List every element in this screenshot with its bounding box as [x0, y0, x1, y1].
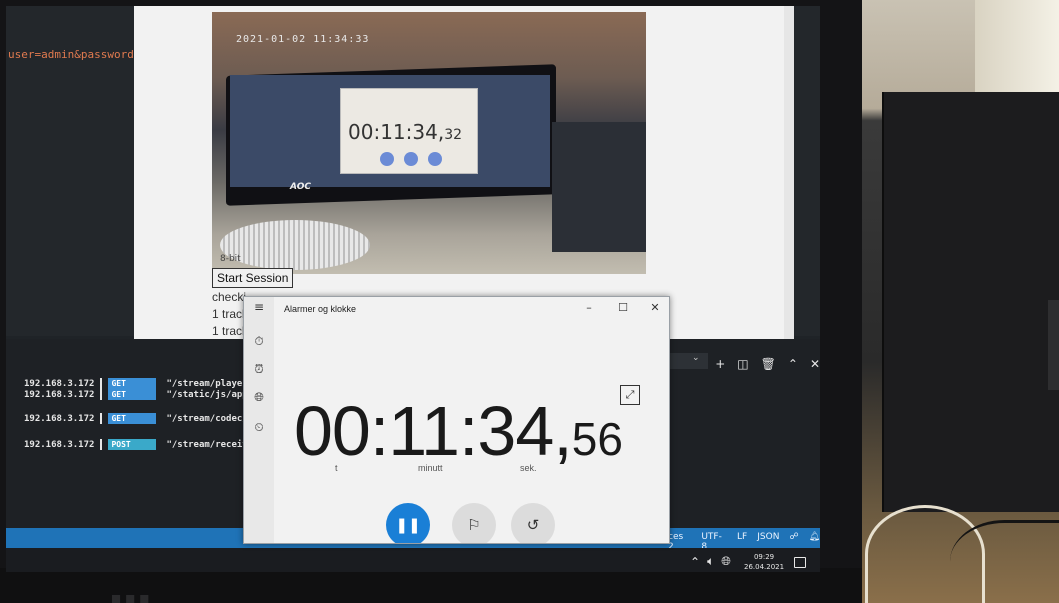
taskbar-time: 09:29	[753, 553, 775, 561]
tray-chevron-icon[interactable]: ⌃	[690, 555, 700, 569]
camera-clock-frac: 32	[444, 127, 463, 143]
split-icon[interactable]: ◫	[737, 357, 748, 371]
camera-label: 8-bit	[220, 254, 241, 264]
terminal-toolbar: + ◫ 🗑 ⌃ ✕	[656, 354, 820, 374]
log-separator	[100, 439, 103, 450]
camera-clock-button	[380, 152, 394, 166]
maximize-button[interactable]: ☐	[612, 300, 634, 316]
alarm-icon[interactable]: ⏰︎	[251, 361, 267, 377]
monitor-brand: ▮▮▮	[110, 590, 153, 603]
timer-icon[interactable]: ⏱	[251, 333, 267, 349]
log-row: 192.168.3.172 GET "/stream/codec/Ho	[24, 413, 259, 424]
stopwatch-time-frac: 56	[571, 413, 623, 465]
minimize-button[interactable]: –	[578, 300, 600, 316]
log-ip: 192.168.3.172	[24, 439, 95, 450]
plus-icon[interactable]: +	[715, 357, 725, 371]
close-button[interactable]: ✕	[644, 300, 666, 316]
camera-clock: 00:11:34,32	[348, 120, 462, 144]
camera-monitor-brand: AOC	[290, 182, 311, 192]
code-line: user=admin&password=&	[8, 48, 148, 61]
log-row: 192.168.3.172 GET "/static/js/app.j	[24, 389, 259, 400]
expand-icon[interactable]: ⤢	[620, 385, 640, 405]
log-row: 192.168.3.172 POST "/stream/receiver/	[24, 439, 264, 450]
close-icon[interactable]: ✕	[810, 357, 820, 371]
second-monitor	[882, 92, 1059, 512]
reset-button[interactable]: ↺	[511, 503, 555, 543]
log-separator	[100, 389, 103, 400]
camera-feed: 00:11:34,32 AOC 2021-01-02 11:34:33 8-bi…	[212, 12, 646, 274]
log-separator	[100, 378, 103, 389]
log-ip: 192.168.3.172	[24, 389, 95, 400]
log-method: GET	[108, 413, 157, 424]
unit-hours: t	[335, 463, 338, 473]
camera-clock-button	[428, 152, 442, 166]
lap-button[interactable]: ⚐	[452, 503, 496, 543]
camera-clock-main: 00:11:34,	[348, 120, 445, 144]
window-title: Alarmer og klokke	[284, 304, 357, 314]
log-separator	[100, 413, 103, 424]
chevron-up-icon[interactable]: ⌃	[788, 357, 798, 371]
log-method: GET	[108, 378, 157, 389]
camera-pc-tower	[552, 122, 646, 252]
log-ip: 192.168.3.172	[24, 413, 95, 424]
reset-icon: ↺	[526, 516, 540, 534]
unit-minutes: minutt	[418, 463, 443, 473]
log-text: checki	[212, 290, 247, 304]
camera-spool	[220, 220, 370, 270]
nav-rail: ≡ ⏱ ⏰︎ 🌐︎ ⏲	[244, 297, 274, 543]
unit-seconds: sek.	[520, 463, 537, 473]
volume-icon[interactable]: 🔈︎	[707, 554, 714, 569]
stopwatch-icon[interactable]: ⏲	[251, 419, 267, 435]
pause-button[interactable]: ❚❚	[386, 503, 430, 543]
flag-icon: ⚐	[467, 516, 481, 534]
log-method: POST	[108, 439, 157, 450]
camera-timestamp: 2021-01-02 11:34:33	[236, 34, 370, 45]
camera-clock-button	[404, 152, 418, 166]
stopwatch-time: 00:11:34,56	[294, 391, 623, 471]
network-icon[interactable]: 🌐︎	[721, 554, 731, 569]
log-method: GET	[108, 389, 157, 400]
browser-scrollbar[interactable]	[784, 6, 794, 351]
taskbar-clock[interactable]: 09:29 26.04.2021	[744, 552, 784, 572]
window-glare	[975, 0, 1059, 95]
system-tray: ⌃ 🔈︎ 🌐︎	[690, 554, 731, 569]
pause-icon: ❚❚	[395, 516, 421, 534]
second-monitor-edge	[1048, 300, 1059, 390]
taskbar-date: 26.04.2021	[744, 563, 785, 571]
stopwatch-time-main: 00:11:34,	[294, 392, 573, 470]
hamburger-icon[interactable]: ≡	[251, 299, 267, 315]
log-row: 192.168.3.172 GET "/stream/player/Ho	[24, 378, 264, 389]
notification-icon[interactable]	[794, 557, 806, 568]
world-clock-icon[interactable]: 🌐︎	[251, 389, 267, 405]
trash-icon[interactable]: 🗑	[761, 357, 776, 371]
black-cable	[950, 520, 1059, 603]
log-ip: 192.168.3.172	[24, 378, 95, 389]
stopwatch-window: ≡ ⏱ ⏰︎ 🌐︎ ⏲ Alarmer og klokke – ☐ ✕ ⤢ 00…	[243, 296, 670, 544]
start-session-button[interactable]: Start Session	[212, 268, 294, 288]
